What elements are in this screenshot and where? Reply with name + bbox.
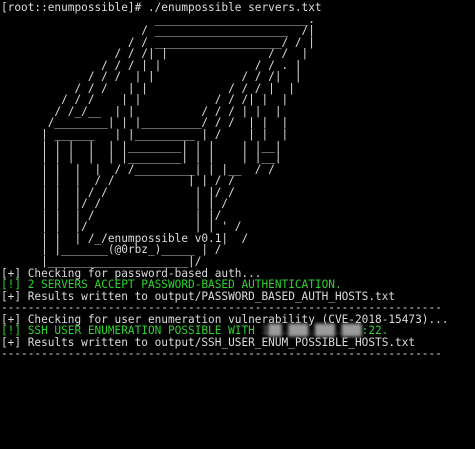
banner-line: | ______ | |_________ | / | | | [1,128,289,142]
shell-prompt: [root::enumpossible]# ./enumpossible ser… [1,1,322,14]
redacted-host-address: 1██.███.███.███ [261,324,362,338]
banner-line: / ____________________ /| [1,24,315,38]
banner-line: / / /| | / / | [1,47,309,61]
terminal-window[interactable]: [root::enumpossible]# ./enumpossible ser… [0,0,475,449]
banner-line: | | | | | |________| | | | |__| [1,151,282,165]
separator-line-bottom: ----------------------------------------… [1,347,442,361]
ascii-banner: _______________________. / _____________… [1,13,475,269]
banner-line: |_____________________|/ [1,255,202,269]
output-line-password-result: [!] 2 SERVERS ACCEPT PASSWORD-BASED AUTH… [1,278,342,292]
